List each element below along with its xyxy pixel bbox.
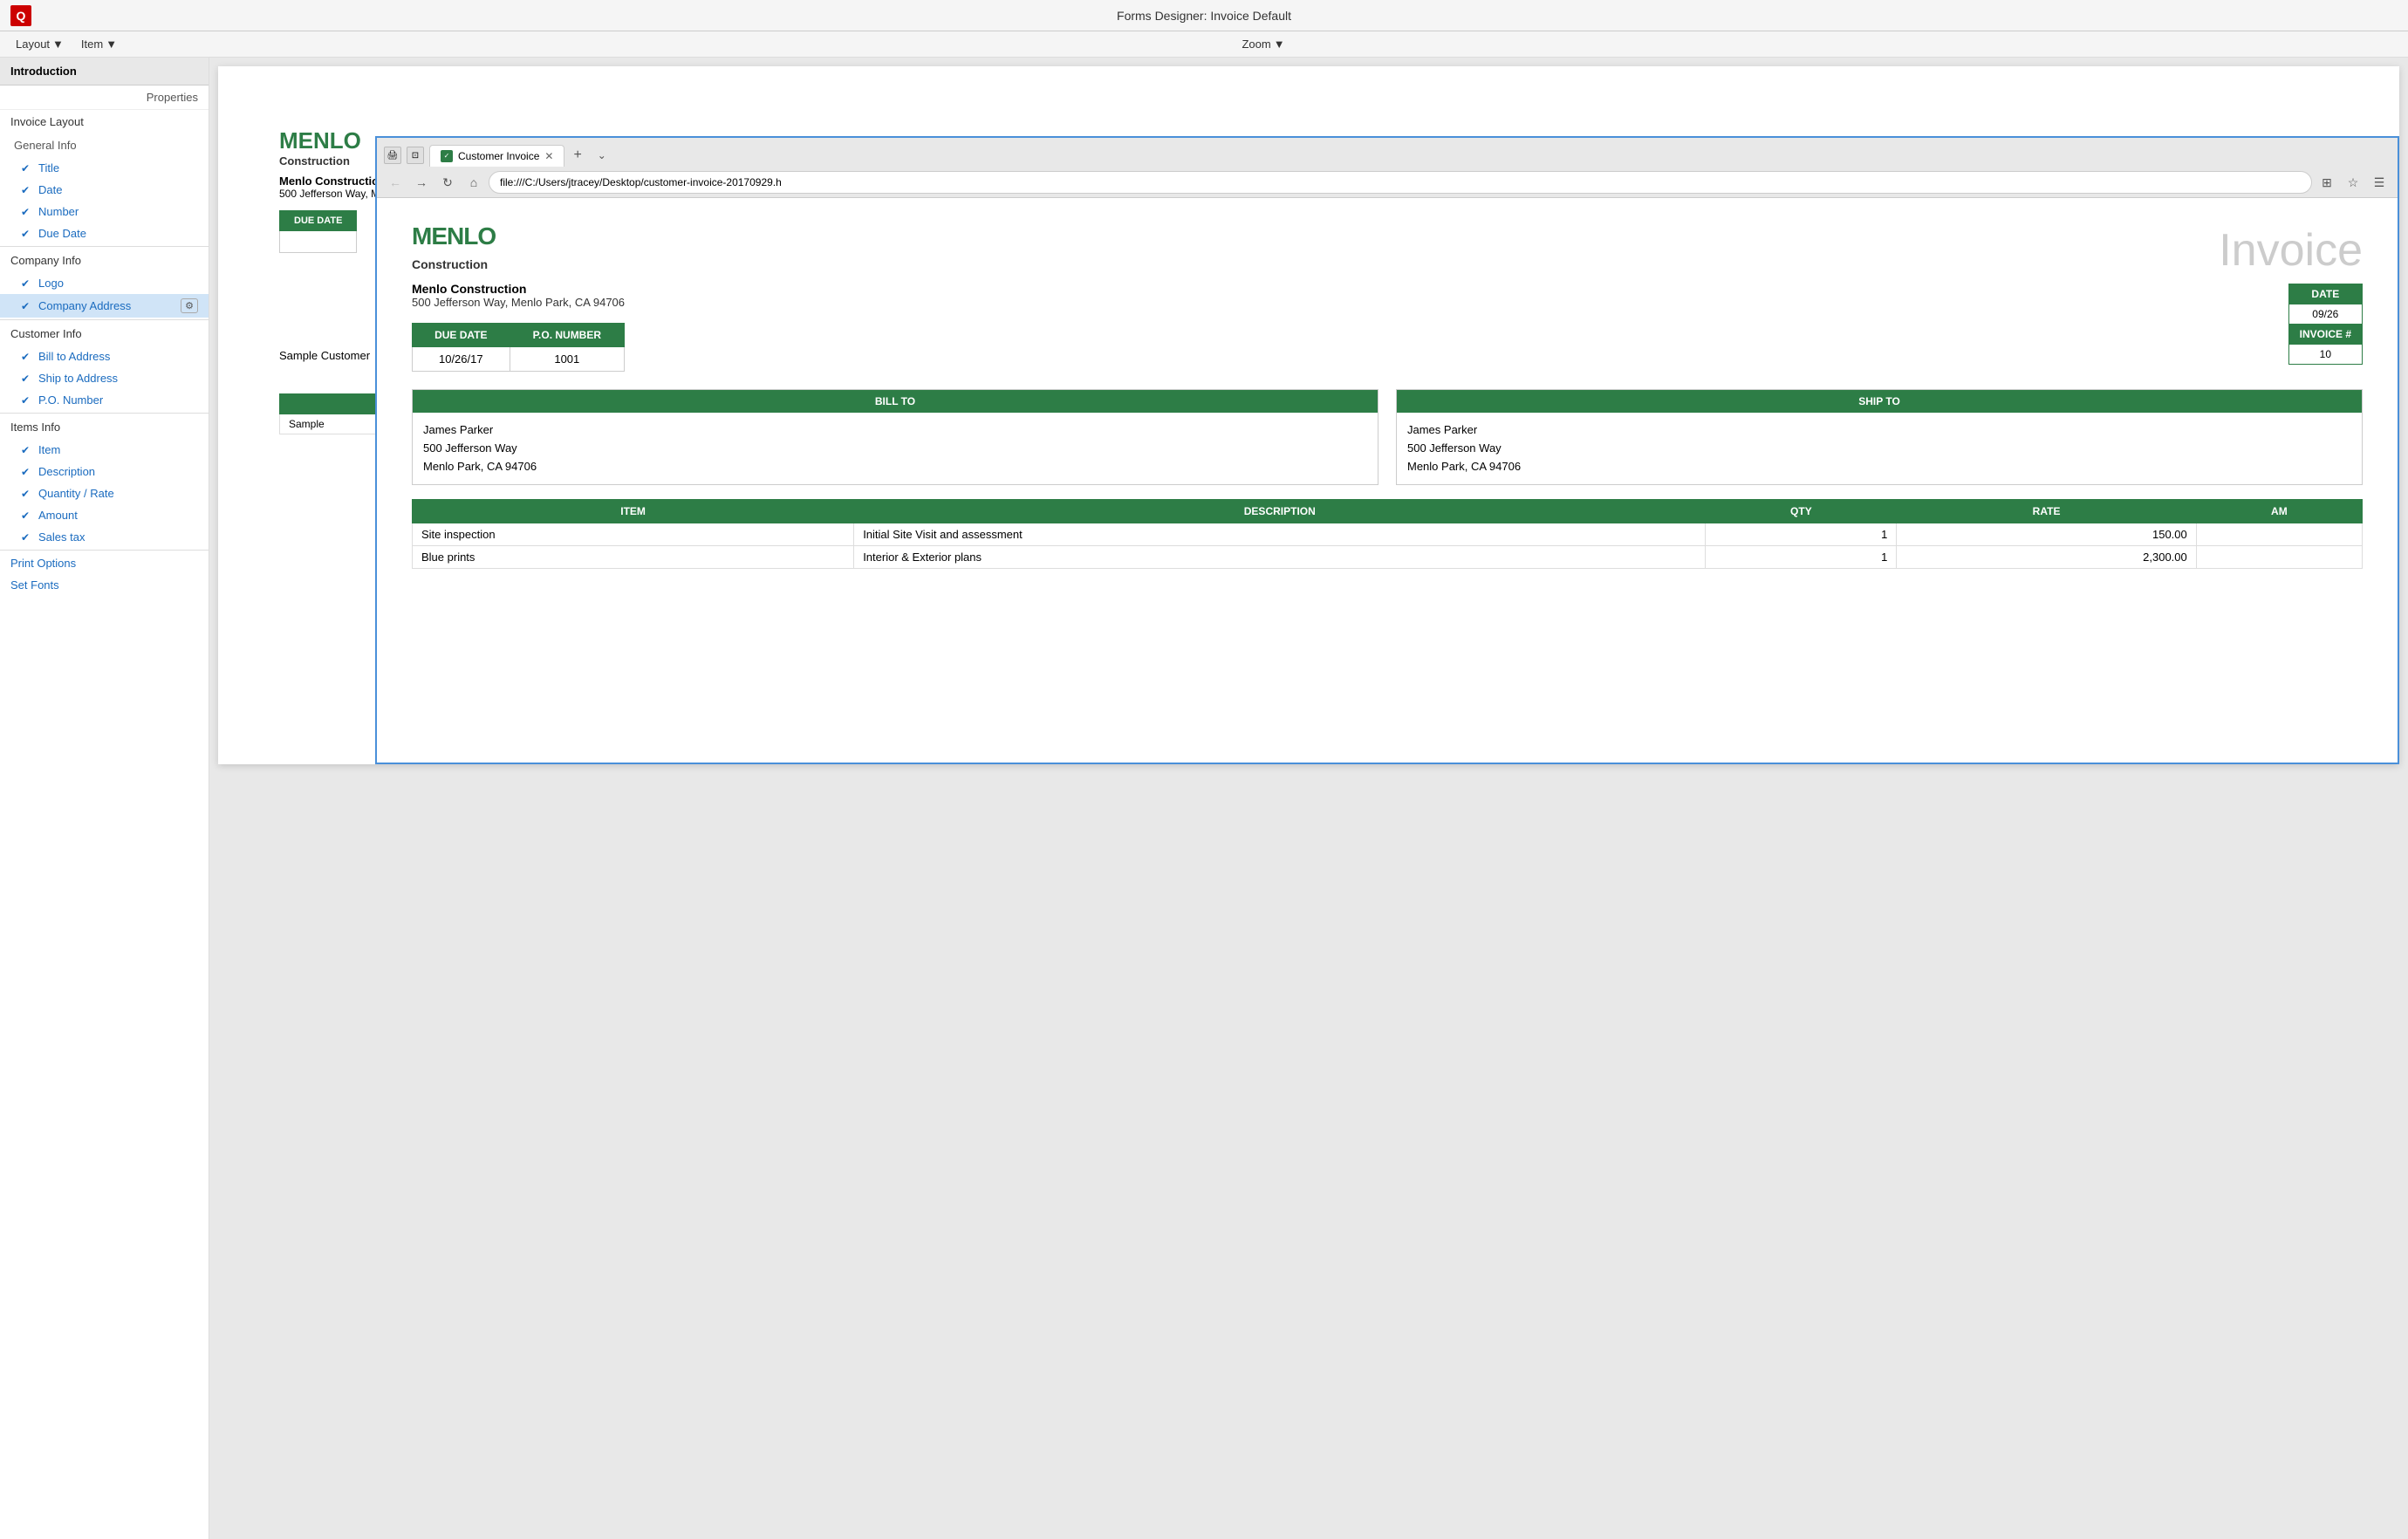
panel-item-date[interactable]: ✔ Date bbox=[0, 179, 209, 201]
table-row: Site inspection Initial Site Visit and a… bbox=[413, 523, 2363, 546]
check-icon: ✔ bbox=[21, 277, 33, 290]
menu-zoom[interactable]: Zoom ▼ bbox=[1233, 34, 1293, 54]
properties-label: Properties bbox=[0, 86, 209, 110]
items-table: ITEM DESCRIPTION QTY RATE AM Site inspec… bbox=[412, 499, 2363, 569]
browser-tab-active[interactable]: ✓ Customer Invoice ✕ bbox=[429, 145, 564, 167]
panel-item-number[interactable]: ✔ Number bbox=[0, 201, 209, 222]
panel-item-ship-to[interactable]: ✔ Ship to Address bbox=[0, 367, 209, 389]
tab-favicon: ✓ bbox=[441, 150, 453, 162]
check-icon: ✔ bbox=[21, 373, 33, 385]
ship-to-body: James Parker 500 Jefferson Way Menlo Par… bbox=[1397, 413, 2362, 484]
section-items-info: Items Info bbox=[0, 415, 209, 439]
inv-title: Invoice bbox=[2219, 224, 2363, 277]
tab-label: Customer Invoice bbox=[458, 150, 539, 162]
section-customer-info: Customer Info bbox=[0, 322, 209, 345]
bookmark-button[interactable]: ☆ bbox=[2342, 171, 2364, 194]
browser-tabs: 🖨 ⊡ ✓ Customer Invoice ✕ + ⌄ bbox=[377, 138, 2398, 168]
check-icon: ✔ bbox=[21, 184, 33, 196]
panel-item-po[interactable]: ✔ P.O. Number bbox=[0, 389, 209, 411]
bill-to-body: James Parker 500 Jefferson Way Menlo Par… bbox=[413, 413, 1378, 484]
right-panel: MENLO Construction Menlo Construction 50… bbox=[209, 58, 2408, 1539]
check-icon: ✔ bbox=[21, 531, 33, 544]
section-invoice-layout: Invoice Layout bbox=[0, 110, 209, 133]
forward-button[interactable]: → bbox=[410, 171, 433, 194]
title-bar: Q Forms Designer: Invoice Default bbox=[0, 0, 2408, 31]
panel-item-company-address[interactable]: ✔ Company Address ⚙ bbox=[0, 294, 209, 318]
panel-item-set-fonts[interactable]: Set Fonts bbox=[0, 574, 209, 596]
panel-item-qty-rate[interactable]: ✔ Quantity / Rate bbox=[0, 482, 209, 504]
check-icon: ✔ bbox=[21, 228, 33, 240]
tab-dropdown-button[interactable]: ⌄ bbox=[591, 145, 613, 166]
panel-item-logo[interactable]: ✔ Logo bbox=[0, 272, 209, 294]
panel-header: Introduction bbox=[0, 58, 209, 86]
app-logo: Q bbox=[10, 5, 31, 26]
check-icon: ✔ bbox=[21, 300, 33, 312]
inv-title-area: Invoice DATE 09/26 INVOICE # bbox=[2219, 224, 2363, 365]
check-icon: ✔ bbox=[21, 394, 33, 407]
new-tab-button[interactable]: + bbox=[566, 143, 588, 168]
gear-button[interactable]: ⚙ bbox=[181, 298, 198, 313]
nav-icons: ⊞ ☆ ☰ bbox=[2316, 171, 2391, 194]
window-title: Forms Designer: Invoice Default bbox=[1117, 9, 1291, 23]
check-icon: ✔ bbox=[21, 510, 33, 522]
panel-item-sales-tax[interactable]: ✔ Sales tax bbox=[0, 526, 209, 548]
table-row: Blue prints Interior & Exterior plans 1 … bbox=[413, 546, 2363, 569]
section-company-info: Company Info bbox=[0, 249, 209, 272]
bg-due-table: DUE DATE bbox=[279, 210, 357, 253]
inv-logo: MENLO Construction bbox=[412, 224, 625, 273]
invoice-canvas: MENLO Construction Menlo Construction 50… bbox=[218, 66, 2399, 764]
section-general-info: General Info bbox=[0, 133, 209, 157]
browser-nav: ← → ↻ ⌂ ⊞ ☆ ☰ bbox=[377, 168, 2398, 197]
menu-layout[interactable]: Layout ▼ bbox=[7, 34, 72, 54]
check-icon: ✔ bbox=[21, 351, 33, 363]
addr-row: BILL TO James Parker 500 Jefferson Way M… bbox=[412, 389, 2363, 485]
left-panel: Introduction Properties Invoice Layout G… bbox=[0, 58, 209, 1539]
menu-bar: Layout ▼ Item ▼ Zoom ▼ bbox=[0, 31, 2408, 58]
back-button[interactable]: ← bbox=[384, 171, 407, 194]
main-layout: Introduction Properties Invoice Layout G… bbox=[0, 58, 2408, 1539]
menu-item[interactable]: Item ▼ bbox=[72, 34, 126, 54]
check-icon: ✔ bbox=[21, 444, 33, 456]
reader-view-button[interactable]: ⊞ bbox=[2316, 171, 2338, 194]
browser-icon-print[interactable]: 🖨 bbox=[384, 147, 401, 164]
panel-item-title[interactable]: ✔ Title bbox=[0, 157, 209, 179]
check-icon: ✔ bbox=[21, 206, 33, 218]
browser-icon-restore[interactable]: ⊡ bbox=[407, 147, 424, 164]
panel-item-item[interactable]: ✔ Item bbox=[0, 439, 209, 461]
inv-company-addr: 500 Jefferson Way, Menlo Park, CA 94706 bbox=[412, 296, 625, 309]
panel-item-amount[interactable]: ✔ Amount bbox=[0, 504, 209, 526]
ship-to-box: SHIP TO James Parker 500 Jefferson Way M… bbox=[1396, 389, 2363, 485]
panel-item-description[interactable]: ✔ Description bbox=[0, 461, 209, 482]
panel-item-due-date[interactable]: ✔ Due Date bbox=[0, 222, 209, 244]
panel-item-print-options[interactable]: Print Options bbox=[0, 552, 209, 574]
home-button[interactable]: ⌂ bbox=[462, 171, 485, 194]
inv-company-name: Menlo Construction bbox=[412, 282, 625, 296]
inv-header: MENLO Construction Menlo Construction 50… bbox=[412, 224, 2363, 372]
check-icon: ✔ bbox=[21, 162, 33, 174]
more-button[interactable]: ☰ bbox=[2368, 171, 2391, 194]
browser-content: MENLO Construction Menlo Construction 50… bbox=[377, 198, 2398, 763]
url-bar[interactable] bbox=[489, 171, 2312, 194]
refresh-button[interactable]: ↻ bbox=[436, 171, 459, 194]
check-icon: ✔ bbox=[21, 466, 33, 478]
inv-date-table: DATE 09/26 INVOICE # 10 bbox=[2288, 284, 2363, 365]
panel-item-bill-to[interactable]: ✔ Bill to Address bbox=[0, 345, 209, 367]
bill-to-box: BILL TO James Parker 500 Jefferson Way M… bbox=[412, 389, 1378, 485]
browser-window: 🖨 ⊡ ✓ Customer Invoice ✕ + ⌄ ← → bbox=[375, 136, 2399, 764]
check-icon: ✔ bbox=[21, 488, 33, 500]
browser-chrome: 🖨 ⊡ ✓ Customer Invoice ✕ + ⌄ ← → bbox=[377, 138, 2398, 198]
tab-close-button[interactable]: ✕ bbox=[544, 150, 553, 162]
inv-logo-area: MENLO Construction Menlo Construction 50… bbox=[412, 224, 625, 372]
due-po-table: DUE DATE P.O. NUMBER 10/26/17 1001 bbox=[412, 323, 625, 372]
